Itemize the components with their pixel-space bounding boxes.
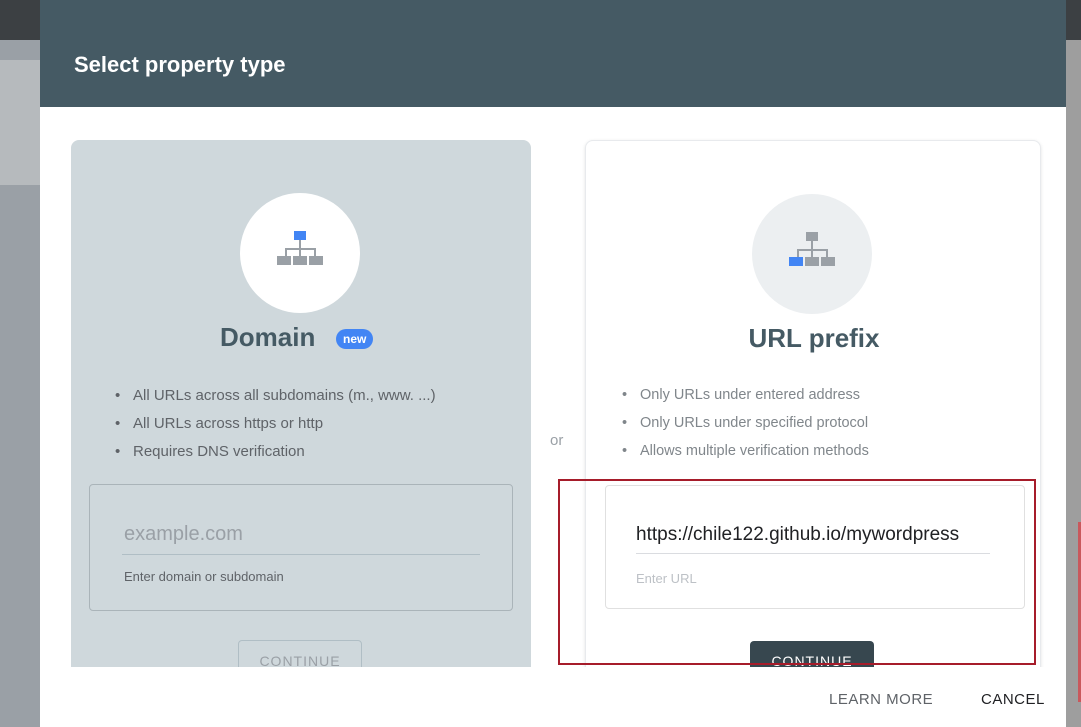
list-item: All URLs across all subdomains (m., www.… (113, 382, 436, 410)
list-item: All URLs across https or http (113, 410, 436, 438)
domain-feature-list: All URLs across all subdomains (m., www.… (113, 382, 436, 466)
background-sidebar (0, 40, 40, 727)
list-item: Allows multiple verification methods (620, 437, 869, 465)
sitemap-icon (277, 231, 323, 265)
learn-more-button[interactable]: LEARN MORE (829, 691, 933, 708)
dialog-footer: LEARN MORE CANCEL (40, 667, 1066, 727)
sitemap-icon (789, 232, 835, 266)
select-property-dialog: Select property type Domain new • All UR… (40, 0, 1066, 727)
domain-input[interactable]: example.com (124, 523, 243, 546)
url-prefix-title: URL prefix (748, 323, 880, 353)
domain-input-underline (122, 554, 480, 555)
cancel-button[interactable]: CANCEL (981, 691, 1045, 708)
list-item: Only URLs under entered address (620, 381, 869, 409)
dialog-body: Domain new All URLs across all subdomain… (40, 107, 1066, 667)
dialog-title: Select property type (74, 52, 286, 77)
new-badge: new (336, 329, 374, 349)
url-input-underline (636, 553, 990, 554)
domain-card[interactable]: Domain new All URLs across all subdomain… (71, 140, 531, 667)
list-item: Only URLs under specified protocol (620, 409, 869, 437)
url-continue-button[interactable]: CONTINUE (750, 641, 874, 667)
dialog-header: Select property type (40, 0, 1066, 107)
domain-input-box: example.com Enter domain or subdomain (89, 484, 513, 611)
domain-continue-button[interactable]: CONTINUE (238, 640, 362, 667)
url-input-hint: Enter URL (636, 571, 697, 586)
domain-title: Domain (220, 322, 316, 352)
domain-input-hint: Enter domain or subdomain (124, 569, 284, 584)
or-separator: or (550, 432, 564, 449)
url-prefix-icon-circle (752, 194, 872, 314)
url-prefix-card[interactable]: URL prefix Only URLs under entered addre… (585, 140, 1041, 667)
domain-icon-circle (240, 193, 360, 313)
url-input-box: https://chile122.github.io/mywordpress E… (605, 485, 1025, 609)
background-right-edge (1066, 40, 1081, 727)
url-prefix-feature-list: Only URLs under entered address Only URL… (620, 381, 869, 465)
url-input[interactable]: https://chile122.github.io/mywordpress (636, 524, 990, 546)
list-item: Requires DNS verification (113, 438, 436, 466)
